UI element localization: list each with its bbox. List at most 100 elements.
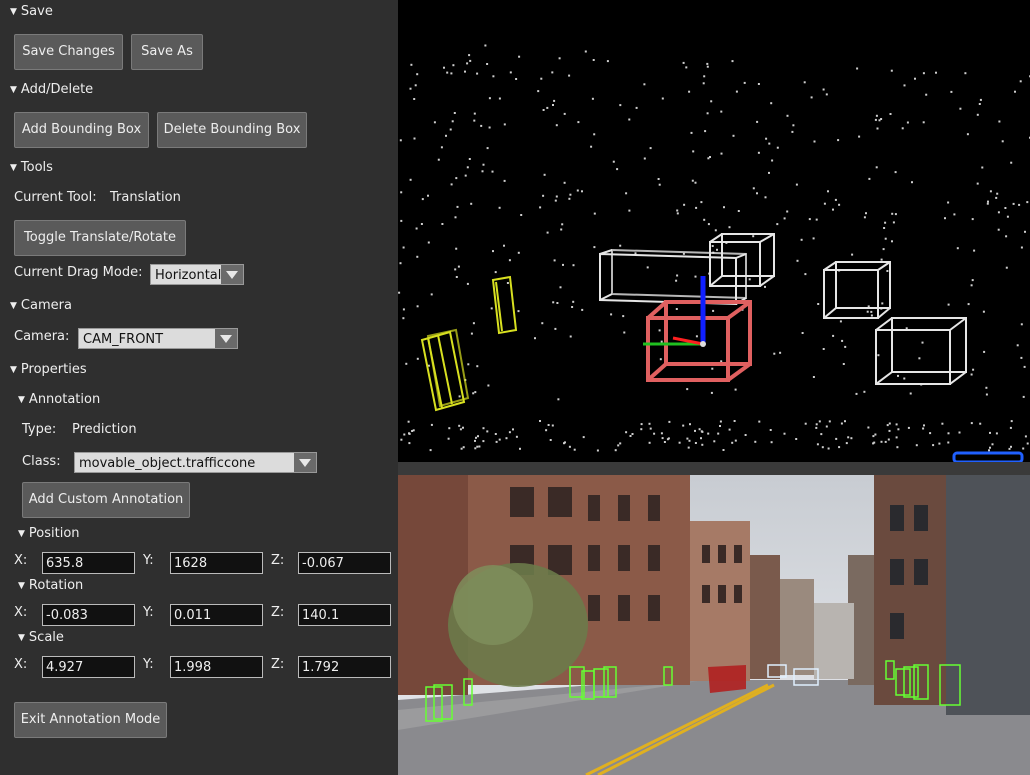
lidar-point: [874, 433, 877, 436]
lidar-point: [791, 130, 794, 133]
lidar-point: [970, 284, 973, 287]
save-as-button[interactable]: Save As: [131, 34, 203, 70]
rotation-y-input[interactable]: [170, 604, 263, 626]
lidar-point: [728, 428, 731, 431]
position-section-header[interactable]: ▼ Position: [18, 526, 80, 541]
add-delete-section-header[interactable]: ▼ Add/Delete: [10, 82, 93, 97]
lidar-point: [764, 285, 766, 288]
lidar-point: [543, 173, 546, 176]
lidar-point: [451, 120, 454, 123]
gizmo-center[interactable]: [700, 341, 706, 347]
lidar-point: [863, 216, 866, 219]
bounding-box[interactable]: [491, 275, 518, 335]
properties-section-header[interactable]: ▼ Properties: [10, 362, 87, 377]
position-z-input[interactable]: [298, 552, 391, 574]
lidar-point: [625, 192, 628, 195]
lidar-point: [1026, 442, 1029, 445]
lidar-point: [925, 93, 928, 96]
lidar-point: [498, 206, 501, 209]
scale-z-input[interactable]: [298, 656, 391, 678]
camera-image-view[interactable]: [398, 475, 1030, 775]
camera-select[interactable]: CAM_FRONT: [78, 328, 238, 349]
lidar-point: [706, 112, 709, 115]
scale-y-input[interactable]: [170, 656, 263, 678]
lidar-point: [546, 231, 549, 234]
save-section-header[interactable]: ▼ Save: [10, 4, 53, 19]
lidar-point: [494, 271, 497, 274]
lidar-point: [694, 275, 697, 278]
lidar-point: [932, 444, 935, 447]
delete-bounding-box-button[interactable]: Delete Bounding Box: [157, 112, 307, 148]
current-tool-label: Current Tool:: [14, 190, 97, 205]
lidar-point: [458, 424, 461, 427]
lidar-point: [676, 209, 679, 212]
rotation-x-input[interactable]: [42, 604, 135, 626]
lidar-point: [1010, 420, 1013, 423]
lidar-point: [430, 423, 433, 426]
lidar-point: [947, 303, 950, 306]
lidar-point: [903, 377, 906, 380]
camera-section-header[interactable]: ▼ Camera: [10, 298, 72, 313]
exit-annotation-mode-button[interactable]: Exit Annotation Mode: [14, 702, 167, 738]
lidar-point: [707, 432, 710, 435]
lidar-point: [700, 437, 702, 440]
camera-box-selected[interactable]: [708, 665, 746, 693]
lidar-point: [410, 63, 413, 66]
lidar-point: [552, 301, 555, 304]
bounding-box[interactable]: [420, 328, 470, 412]
class-select[interactable]: movable_object.trafficcone: [74, 452, 317, 473]
lidar-point: [518, 55, 521, 58]
lidar-point: [619, 104, 622, 107]
lidar-point: [1005, 235, 1008, 238]
lidar-point: [970, 422, 973, 425]
lidar-point: [701, 443, 704, 446]
scale-section-header[interactable]: ▼ Scale: [18, 630, 64, 645]
lidar-point: [519, 447, 521, 450]
point-cloud-canvas[interactable]: [398, 0, 1030, 464]
lidar-point: [978, 103, 981, 105]
collapse-triangle-icon: ▼: [10, 7, 17, 17]
lidar-point: [827, 190, 829, 193]
lidar-point: [686, 388, 689, 391]
lidar-point: [985, 386, 988, 389]
toggle-translate-rotate-button[interactable]: Toggle Translate/Rotate: [14, 220, 186, 256]
annotation-section-header[interactable]: ▼ Annotation: [18, 392, 100, 407]
position-x-input[interactable]: [42, 552, 135, 574]
viewport-separator: [398, 462, 1030, 475]
lidar-point: [482, 427, 485, 430]
lidar-point: [841, 339, 844, 342]
add-bounding-box-button[interactable]: Add Bounding Box: [14, 112, 149, 148]
lidar-point: [958, 431, 961, 434]
lidar-point: [1012, 202, 1015, 205]
lidar-point: [720, 152, 723, 155]
bounding-box[interactable]: [709, 233, 775, 287]
selected-bounding-box[interactable]: [646, 300, 752, 382]
lidar-point: [872, 435, 875, 438]
lidar-point: [733, 420, 736, 422]
lidar-point: [967, 303, 970, 306]
position-y-input[interactable]: [170, 552, 263, 574]
point-cloud-viewport[interactable]: [398, 0, 1030, 464]
lidar-point: [880, 440, 883, 443]
save-changes-button[interactable]: Save Changes: [14, 34, 123, 70]
bounding-box[interactable]: [875, 317, 967, 385]
bounding-box[interactable]: [823, 261, 891, 319]
bounding-box[interactable]: [952, 451, 1024, 464]
drag-mode-select[interactable]: Horizontal: [150, 264, 244, 285]
lidar-point: [988, 449, 990, 452]
lidar-point: [887, 438, 890, 441]
collapse-triangle-icon: ▼: [18, 395, 25, 405]
scale-x-input[interactable]: [42, 656, 135, 678]
lidar-point: [590, 145, 593, 148]
collapse-triangle-icon: ▼: [18, 581, 25, 591]
lidar-point: [584, 50, 587, 53]
lidar-point: [399, 262, 402, 265]
lidar-point: [707, 157, 710, 160]
lidar-point: [593, 212, 596, 215]
lidar-point: [997, 211, 1000, 214]
tools-section-header[interactable]: ▼ Tools: [10, 160, 53, 175]
add-custom-annotation-button[interactable]: Add Custom Annotation: [22, 482, 190, 518]
rotation-section-header[interactable]: ▼ Rotation: [18, 578, 83, 593]
lidar-point: [886, 270, 889, 272]
rotation-z-input[interactable]: [298, 604, 391, 626]
